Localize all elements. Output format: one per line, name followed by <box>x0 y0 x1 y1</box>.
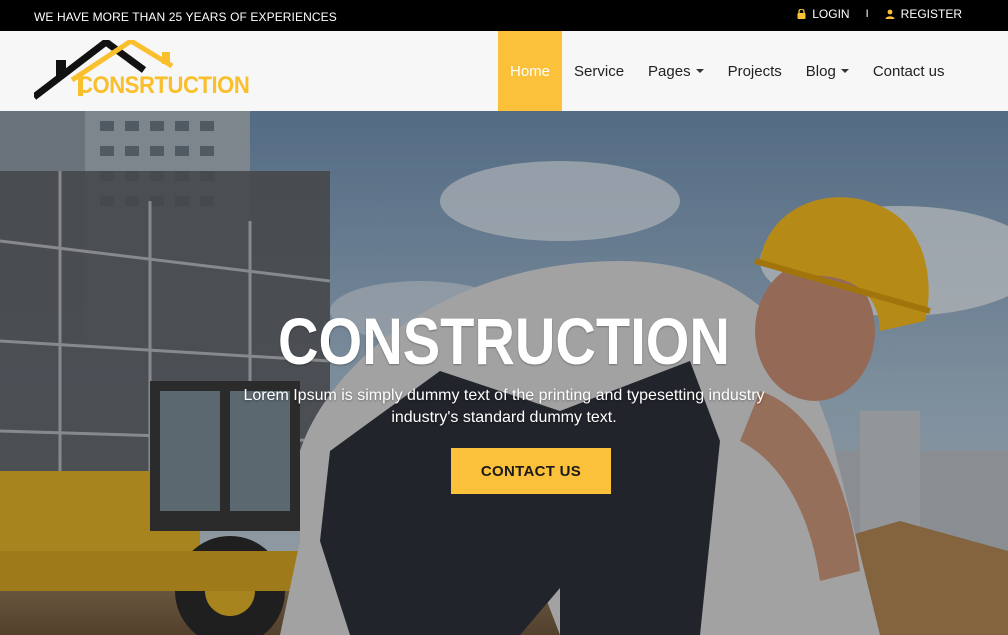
nav-blog-label: Blog <box>805 62 836 80</box>
auth-separator: I <box>865 8 869 20</box>
nav-contact-label: Contact us <box>872 62 945 80</box>
nav-home[interactable]: Home <box>498 31 563 111</box>
nav-contact[interactable]: Contact us <box>861 31 957 111</box>
login-link[interactable]: LOGIN <box>797 7 850 21</box>
nav-blog[interactable]: Blog <box>794 31 861 111</box>
nav-service[interactable]: Service <box>562 31 636 111</box>
caret-down-icon <box>840 69 849 73</box>
user-icon <box>885 9 895 19</box>
register-label: REGISTER <box>900 7 962 21</box>
tagline: WE HAVE MORE THAN 25 YEARS OF EXPERIENCE… <box>34 10 337 24</box>
caret-down-icon <box>695 69 704 73</box>
main-navbar: CONSRTUCTION Home Service Pages Projects… <box>0 31 1008 111</box>
auth-links: LOGIN I REGISTER <box>797 7 962 21</box>
main-menu: Home Service Pages Projects Blog Contact… <box>498 31 957 111</box>
lock-icon <box>797 9 806 19</box>
nav-projects-label: Projects <box>727 62 782 80</box>
nav-projects[interactable]: Projects <box>716 31 794 111</box>
hero-banner: CONSTRUCTION Lorem Ipsum is simply dummy… <box>0 111 1008 635</box>
nav-pages[interactable]: Pages <box>636 31 716 111</box>
hero-title: CONSTRUCTION <box>278 304 730 378</box>
hero-description: Lorem Ipsum is simply dummy text of the … <box>243 387 765 426</box>
top-bar: WE HAVE MORE THAN 25 YEARS OF EXPERIENCE… <box>0 0 1008 31</box>
nav-home-label: Home <box>510 62 551 80</box>
login-label: LOGIN <box>812 7 850 21</box>
register-link[interactable]: REGISTER <box>885 7 962 21</box>
nav-pages-label: Pages <box>648 62 691 80</box>
contact-us-button[interactable]: CONTACT US <box>451 448 611 494</box>
site-logo[interactable]: CONSRTUCTION <box>34 40 250 100</box>
nav-service-label: Service <box>574 62 625 80</box>
logo-text: CONSRTUCTION <box>77 72 250 99</box>
